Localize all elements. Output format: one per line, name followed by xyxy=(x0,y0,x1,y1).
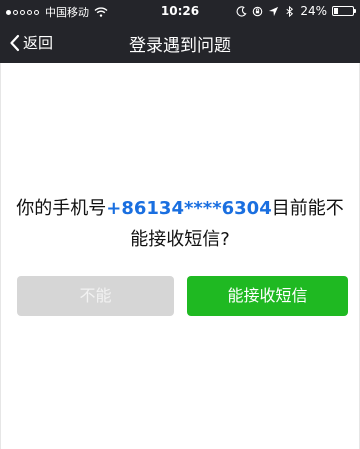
battery-icon xyxy=(332,6,356,16)
sms-question: 你的手机号+86134****6304目前能不能接收短信? xyxy=(11,193,349,255)
page-title: 登录遇到问题 xyxy=(129,36,231,56)
battery-percent: 24% xyxy=(300,4,327,18)
phone-number: +86134****6304 xyxy=(106,198,272,219)
top-bar: 中国移动 10:26 24% 返回 登录遇到问题 xyxy=(0,0,360,63)
status-bar: 中国移动 10:26 24% xyxy=(0,0,360,22)
cannot-receive-button[interactable]: 不能 xyxy=(17,276,174,316)
can-receive-sms-button[interactable]: 能接收短信 xyxy=(187,276,348,316)
bluetooth-icon xyxy=(286,5,294,17)
question-prefix: 你的手机号 xyxy=(16,198,107,219)
lock-rotation-icon xyxy=(253,6,263,16)
moon-icon xyxy=(236,5,247,17)
main-content: 你的手机号+86134****6304目前能不能接收短信? 不能 能接收短信 xyxy=(0,63,360,449)
location-arrow-icon xyxy=(269,6,279,16)
navigation-bar: 返回 登录遇到问题 xyxy=(0,22,360,63)
status-right: 24% xyxy=(236,4,356,18)
